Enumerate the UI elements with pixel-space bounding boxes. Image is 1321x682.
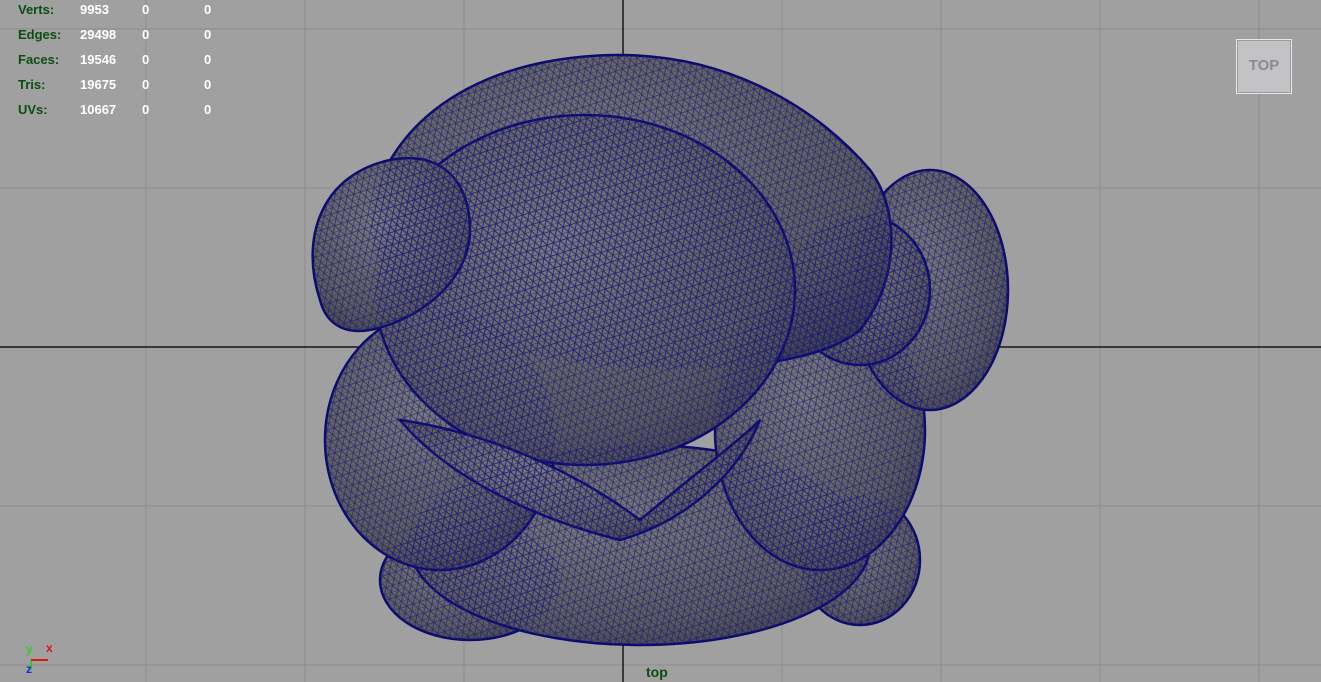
hud-value: 19546 [80, 52, 117, 67]
axis-gizmo-icon: y x z [20, 640, 60, 680]
hud-label: Tris: [18, 77, 46, 92]
hud-value: 0 [142, 102, 150, 117]
hud-value: 0 [204, 77, 212, 92]
hud-value: 0 [142, 2, 150, 17]
hud-value: 9953 [80, 2, 109, 17]
hud-value: 10667 [80, 102, 117, 117]
hud-value: 0 [204, 52, 212, 67]
viewport-3d[interactable] [0, 0, 1321, 682]
hud-label: Edges: [18, 27, 62, 42]
hud-value: 0 [204, 2, 212, 17]
hud-label: UVs: [18, 102, 48, 117]
hud-value: 19675 [80, 77, 117, 92]
hud-value: 0 [204, 27, 212, 42]
viewcube-label: TOP [1248, 57, 1280, 74]
hud-value: 29498 [80, 27, 117, 42]
viewcube-icon[interactable]: TOP [1236, 39, 1292, 94]
camera-name-label: top [646, 664, 668, 680]
hud-label: Faces: [18, 52, 60, 67]
axis-y-label: y [26, 642, 33, 656]
mesh-overlay [312, 55, 1008, 645]
hud-value: 0 [142, 77, 150, 92]
hud-label: Verts: [18, 2, 55, 17]
hud-value: 0 [142, 52, 150, 67]
hud-value: 0 [142, 27, 150, 42]
axis-z-label: z [26, 662, 32, 676]
axis-x-label: x [46, 641, 53, 655]
hud-value: 0 [204, 102, 212, 117]
